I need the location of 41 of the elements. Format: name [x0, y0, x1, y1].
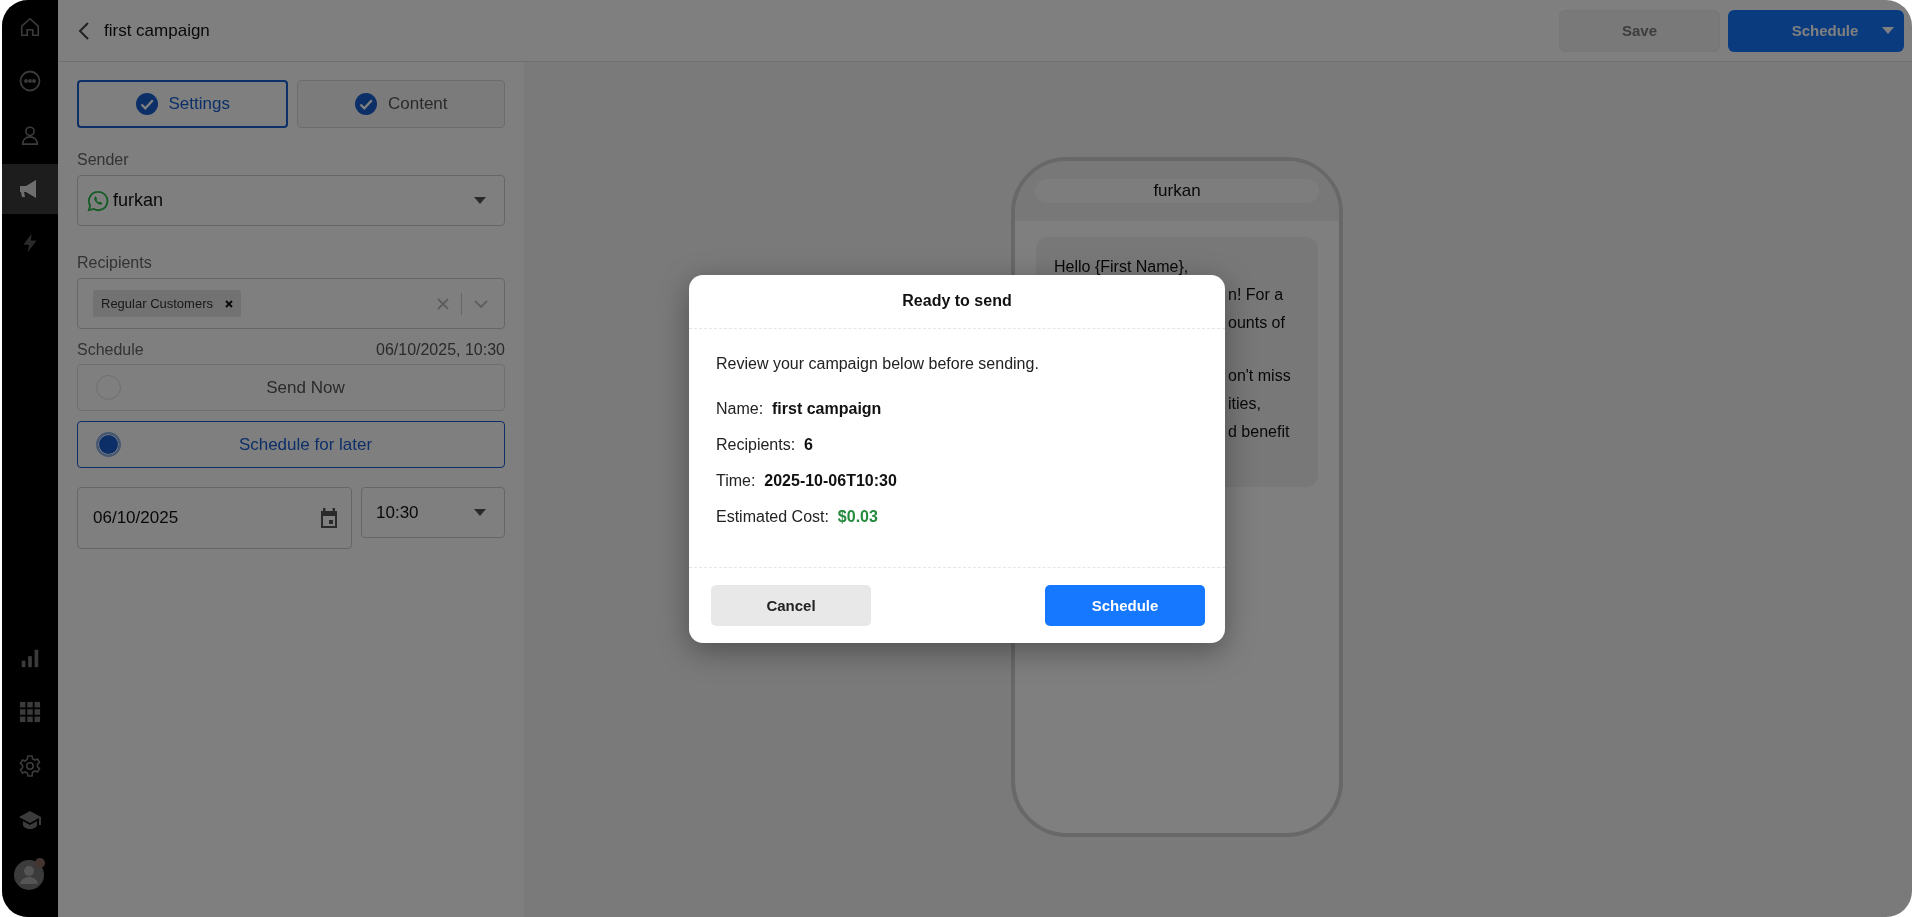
recipient-chip: Regular Customers: [93, 290, 241, 317]
clear-icon[interactable]: [437, 297, 449, 310]
message-text: ities,: [1228, 394, 1261, 414]
recipients-select[interactable]: Regular Customers: [77, 278, 505, 329]
caret-icon: [474, 197, 486, 204]
schedule-option[interactable]: Schedule for later: [77, 421, 505, 468]
field-label: Recipients: [77, 254, 153, 272]
dialog-text: Review your campaign below before sending.: [716, 354, 1040, 373]
date-field[interactable]: 06/10/2025: [77, 487, 352, 549]
schedule-button[interactable]: Schedule: [1728, 9, 1904, 52]
calendar-icon[interactable]: [319, 507, 339, 529]
dialog-title: Ready to send: [689, 274, 1225, 329]
message-text: n! For a: [1228, 285, 1284, 305]
caret-icon: [1882, 27, 1894, 34]
field-label: Sender: [77, 151, 130, 169]
summary-line: Name: first campaign: [716, 398, 883, 419]
chevron-down-icon[interactable]: [474, 299, 488, 308]
summary-line: Time: 2025-10-06T10:30: [716, 470, 898, 491]
remove-icon[interactable]: [225, 299, 233, 308]
chat-phone-icon: [87, 189, 109, 212]
back-icon[interactable]: [78, 20, 90, 41]
message-text: on't miss: [1228, 366, 1291, 386]
megaphone-icon[interactable]: [2, 164, 58, 214]
schedule-option[interactable]: Send Now: [77, 364, 505, 411]
summary-line: Recipients: 6: [716, 434, 814, 455]
confirm-button[interactable]: Schedule: [1045, 584, 1205, 626]
radio-button[interactable]: [96, 432, 121, 457]
sender-name: furkan: [1035, 179, 1319, 203]
field-label: Schedule: [77, 341, 144, 359]
sender-select[interactable]: furkan: [77, 175, 505, 226]
step-tab[interactable]: Settings: [77, 80, 288, 128]
message-text: ounts of: [1228, 313, 1285, 333]
schedule-summary: 06/10/2025, 10:30: [376, 341, 505, 359]
caret-icon: [474, 509, 486, 516]
cancel-button[interactable]: Cancel: [711, 584, 871, 626]
page-title: first campaign: [104, 20, 211, 41]
time-select[interactable]: 10:30: [361, 487, 505, 538]
summary-line: Estimated Cost: $0.03: [716, 506, 879, 527]
message-text: d benefit: [1228, 422, 1290, 442]
message-text: Hello {First Name},: [1054, 257, 1189, 277]
step-tab[interactable]: Content: [296, 80, 505, 128]
